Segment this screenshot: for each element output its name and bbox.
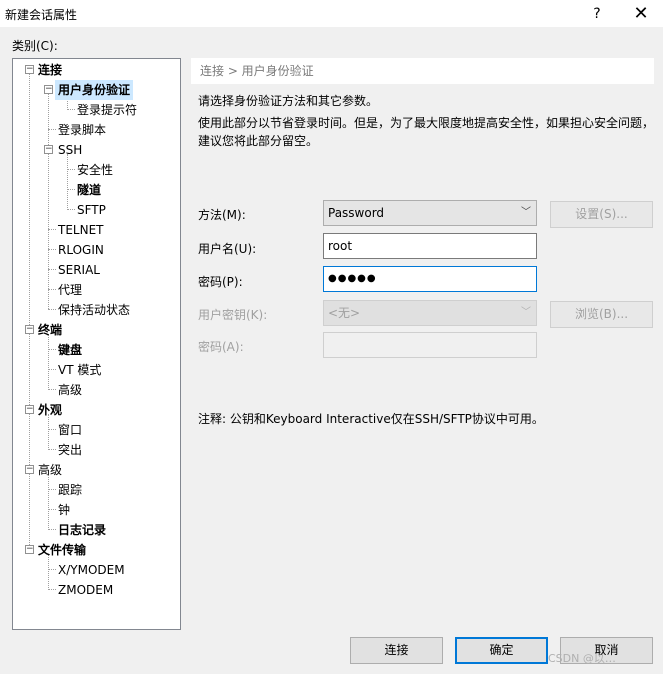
method-select[interactable]: Password ﹀ [323, 200, 537, 226]
tree-item-highlight[interactable]: 突出 [58, 440, 82, 460]
category-tree[interactable]: − − − − − − − 连接 用户身份验证 登录提示符 登录脚本 SSH 安… [12, 58, 181, 630]
tree-item-login-script[interactable]: 登录脚本 [58, 120, 106, 140]
passphrase-label: 密码(A): [198, 340, 244, 354]
tree-item-serial[interactable]: SERIAL [58, 260, 100, 280]
password-input[interactable]: ●●●●● [323, 266, 537, 292]
tree-line [48, 429, 56, 430]
tree-line [48, 334, 49, 390]
tree-line [67, 169, 75, 170]
close-button[interactable]: ✕ [619, 0, 663, 27]
tree-line [48, 529, 56, 530]
browse-button[interactable]: 浏览(B)... [550, 301, 653, 328]
tree-item-tunnel[interactable]: 隧道 [77, 180, 101, 200]
tree-line [48, 569, 56, 570]
tree-line [48, 489, 56, 490]
tree-line [48, 269, 56, 270]
tree-item-rlogin[interactable]: RLOGIN [58, 240, 104, 260]
tree-item-file-transfer[interactable]: 文件传输 [38, 540, 86, 560]
chevron-down-icon: ﹀ [521, 307, 531, 318]
tree-line [67, 209, 75, 210]
tree-item-terminal-advanced[interactable]: 高级 [58, 380, 82, 400]
tree-line [48, 474, 49, 530]
title-bar: 新建会话属性 ? ✕ [0, 0, 663, 27]
tree-item-vt-mode[interactable]: VT 模式 [58, 360, 101, 380]
tree-item-trace[interactable]: 跟踪 [58, 480, 82, 500]
tree-item-zmodem[interactable]: ZMODEM [58, 580, 113, 600]
tree-item-terminal[interactable]: 终端 [38, 320, 62, 340]
tree-item-proxy[interactable]: 代理 [58, 280, 82, 300]
tree-item-advanced[interactable]: 高级 [38, 460, 62, 480]
tree-item-logging[interactable]: 日志记录 [58, 520, 106, 540]
tree-line [67, 189, 75, 190]
tree-line [48, 249, 56, 250]
tree-line [48, 389, 56, 390]
tree-item-login-prompt[interactable]: 登录提示符 [77, 100, 137, 120]
tree-line [48, 94, 49, 309]
tree-line [48, 589, 56, 590]
tree-line [48, 309, 56, 310]
tree-line [48, 129, 56, 130]
window-title: 新建会话属性 [5, 8, 78, 22]
tree-line [48, 289, 56, 290]
collapse-icon[interactable]: − [44, 145, 53, 154]
tree-line [48, 369, 56, 370]
category-label: 类别(C): [12, 39, 58, 53]
tree-line [67, 154, 68, 210]
tree-line [67, 109, 75, 110]
breadcrumb: 连接 > 用户身份验证 [191, 58, 654, 84]
tree-line [48, 449, 56, 450]
note-text: 注释: 公钥和Keyboard Interactive仅在SSH/SFTP协议中… [198, 412, 544, 426]
collapse-icon[interactable]: − [25, 465, 34, 474]
tree-item-bell[interactable]: 钟 [58, 500, 70, 520]
settings-button[interactable]: 设置(S)... [550, 201, 653, 228]
description-line-3: 建议您将此部分留空。 [198, 134, 319, 148]
user-key-select[interactable]: <无> ﹀ [323, 300, 537, 326]
tree-item-security[interactable]: 安全性 [77, 160, 113, 180]
method-label: 方法(M): [198, 208, 246, 222]
tree-item-window[interactable]: 窗口 [58, 420, 82, 440]
collapse-icon[interactable]: − [25, 325, 34, 334]
tree-item-sftp[interactable]: SFTP [77, 200, 106, 220]
tree-item-telnet[interactable]: TELNET [58, 220, 104, 240]
tree-item-xymodem[interactable]: X/YMODEM [58, 560, 125, 580]
tree-item-keepalive[interactable]: 保持活动状态 [58, 300, 130, 320]
collapse-icon[interactable]: − [25, 405, 34, 414]
passphrase-input[interactable] [323, 332, 537, 358]
tree-line [48, 509, 56, 510]
connect-button[interactable]: 连接 [350, 637, 443, 664]
collapse-icon[interactable]: − [44, 85, 53, 94]
collapse-icon[interactable]: − [25, 65, 34, 74]
tree-line [48, 229, 56, 230]
username-label: 用户名(U): [198, 242, 257, 256]
tree-item-appearance[interactable]: 外观 [38, 400, 62, 420]
chevron-down-icon: ﹀ [521, 207, 531, 218]
description-line-2: 使用此部分以节省登录时间。但是，为了最大限度地提高安全性，如果担心安全问题， [198, 116, 655, 130]
help-button[interactable]: ? [575, 0, 619, 27]
password-label: 密码(P): [198, 275, 243, 289]
tree-line [48, 349, 56, 350]
method-value: Password [328, 206, 385, 220]
collapse-icon[interactable]: − [25, 545, 34, 554]
tree-line [29, 74, 30, 549]
tree-item-ssh[interactable]: SSH [58, 140, 82, 160]
user-key-value: <无> [328, 306, 361, 320]
tree-item-keyboard[interactable]: 键盘 [58, 340, 82, 360]
ok-button[interactable]: 确定 [455, 637, 548, 664]
tree-item-auth[interactable]: 用户身份验证 [55, 80, 134, 100]
description-line-1: 请选择身份验证方法和其它参数。 [198, 94, 379, 108]
username-input[interactable]: root [323, 233, 537, 259]
tree-item-connection[interactable]: 连接 [38, 60, 62, 80]
watermark: CSDN @以… [548, 652, 616, 665]
user-key-label: 用户密钥(K): [198, 308, 268, 322]
